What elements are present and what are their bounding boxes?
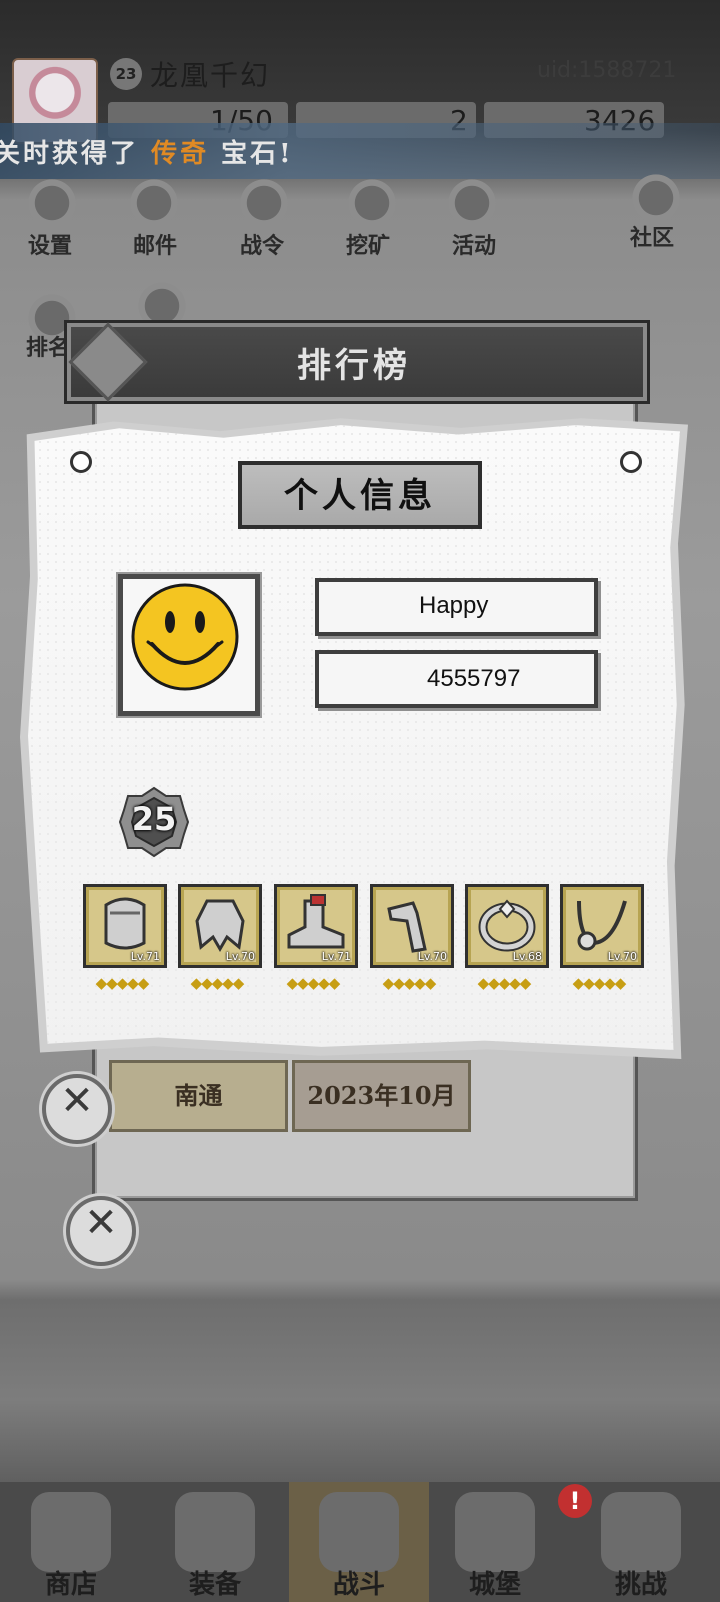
equip-level: Lv.71 bbox=[130, 950, 160, 963]
equip-level: Lv.70 bbox=[225, 950, 255, 963]
location-tab[interactable]: 南通 bbox=[109, 1060, 288, 1132]
menu-battle-pass-label: 战令 bbox=[240, 233, 285, 259]
nav-battle-label: 战斗 bbox=[332, 1570, 385, 1600]
castle-icon bbox=[455, 1492, 535, 1572]
profile-name: Happy bbox=[419, 592, 489, 619]
equip-level: Lv.71 bbox=[321, 950, 351, 963]
menu-events-label: 活动 bbox=[452, 233, 497, 259]
close-icon: ✕ bbox=[84, 1200, 118, 1246]
shop-hut-icon bbox=[31, 1492, 111, 1572]
smiley-face-avatar bbox=[131, 583, 239, 691]
location-label: 南通 bbox=[174, 1081, 223, 1110]
equip-stars: ◆◆◆◆◆ bbox=[190, 974, 245, 992]
menu-settings-label: 设置 bbox=[28, 233, 73, 259]
leaderboard-close-button[interactable]: ✕ bbox=[66, 1196, 136, 1266]
menu-mining-label: 挖矿 bbox=[346, 233, 391, 259]
equip-slot-ring[interactable]: Lv.68 bbox=[465, 884, 549, 968]
nav-castle[interactable]: 城堡 bbox=[430, 1482, 560, 1602]
equip-slot-gauntlet[interactable]: Lv.70 bbox=[370, 884, 454, 968]
nav-equipment-label: 装备 bbox=[188, 1570, 241, 1600]
nav-equipment[interactable]: 装备 bbox=[150, 1482, 280, 1602]
player-name: 龙凰千幻 bbox=[150, 59, 271, 92]
leaderboard-title: 排行榜 bbox=[297, 346, 411, 386]
nav-challenge[interactable]: 挑战 bbox=[576, 1482, 706, 1602]
profile-id: 4555797 bbox=[427, 665, 521, 692]
nav-shop[interactable]: 商店 bbox=[6, 1482, 136, 1602]
equip-level: Lv.70 bbox=[417, 950, 447, 963]
profile-close-button[interactable]: ✕ bbox=[42, 1074, 112, 1144]
close-icon: ✕ bbox=[60, 1078, 94, 1124]
equip-slot-boots[interactable]: Lv.71 bbox=[274, 884, 358, 968]
equip-stars: ◆◆◆◆◆ bbox=[477, 974, 532, 992]
mail-envelope-icon[interactable] bbox=[122, 175, 186, 231]
date-tab[interactable]: 2023年10月 bbox=[292, 1060, 471, 1132]
ticker-text: 关时获得了 传奇 宝石! bbox=[0, 139, 294, 169]
nav-battle[interactable]: 战斗 bbox=[289, 1482, 429, 1602]
profile-level-value: 25 bbox=[131, 800, 177, 838]
settings-gear-icon[interactable] bbox=[20, 175, 84, 231]
mining-pickaxe-icon[interactable] bbox=[340, 175, 404, 231]
pin-hole-left bbox=[70, 451, 92, 473]
nav-castle-label: 城堡 bbox=[468, 1570, 521, 1600]
profile-name-field: Happy bbox=[315, 578, 598, 636]
equip-level: Lv.68 bbox=[512, 950, 542, 963]
date-label: 2023年10月 bbox=[307, 1081, 456, 1110]
equip-stars: ◆◆◆◆◆ bbox=[382, 974, 437, 992]
menu-community-label: 社区 bbox=[630, 225, 675, 251]
equip-stars: ◆◆◆◆◆ bbox=[572, 974, 627, 992]
events-wreath-icon[interactable] bbox=[440, 175, 504, 231]
battle-swords-icon bbox=[319, 1492, 399, 1572]
menu-mail-label: 邮件 bbox=[133, 233, 178, 259]
equip-slot-cape[interactable]: Lv.70 bbox=[178, 884, 262, 968]
equip-slot-necklace[interactable]: Lv.70 bbox=[560, 884, 644, 968]
pin-hole-right bbox=[620, 451, 642, 473]
profile-id-field: 4555797 bbox=[315, 650, 598, 708]
nav-shop-label: 商店 bbox=[44, 1570, 97, 1600]
equip-level: Lv.70 bbox=[607, 950, 637, 963]
player-uid: uid:1588721 bbox=[537, 58, 677, 83]
equipment-backpack-icon bbox=[175, 1492, 255, 1572]
battle-pass-icon[interactable] bbox=[232, 175, 296, 231]
player-level-badge: 23 bbox=[110, 58, 142, 90]
community-home-icon[interactable] bbox=[624, 170, 688, 226]
equip-stars: ◆◆◆◆◆ bbox=[95, 974, 150, 992]
equip-slot-helmet[interactable]: Lv.71 bbox=[83, 884, 167, 968]
equip-stars: ◆◆◆◆◆ bbox=[286, 974, 341, 992]
profile-title: 个人信息 bbox=[284, 476, 436, 516]
challenge-shield-icon bbox=[601, 1492, 681, 1572]
nav-challenge-label: 挑战 bbox=[614, 1570, 667, 1600]
